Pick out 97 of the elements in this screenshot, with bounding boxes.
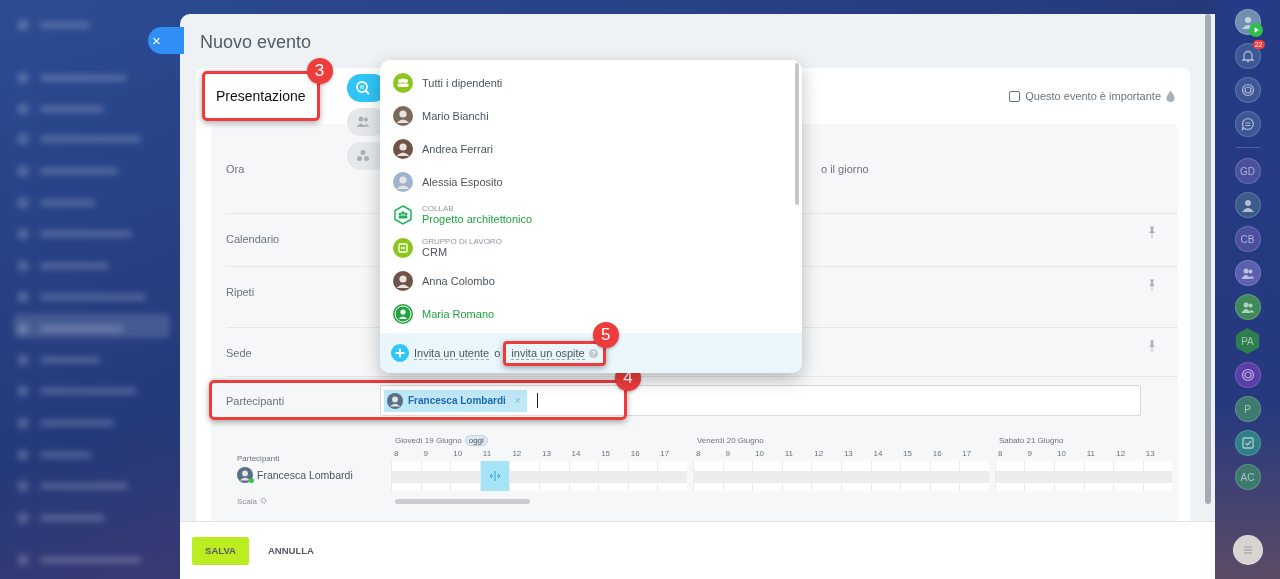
item-caption: COLLAB — [422, 204, 455, 213]
important-checkbox[interactable] — [1009, 90, 1021, 102]
group-icon — [393, 204, 413, 225]
avatar-icon — [387, 392, 403, 409]
hour-label: 16 — [931, 448, 943, 460]
participant-chip[interactable]: Francesca Lombardi × — [384, 389, 527, 412]
hour-label: 11 — [783, 448, 795, 460]
callout-badge: 3 — [306, 58, 333, 84]
field-label: Ora — [226, 162, 246, 175]
user-icon — [393, 303, 413, 324]
dropdown-item[interactable]: Maria Romano — [422, 307, 495, 320]
flame-icon — [1166, 90, 1175, 102]
avatar-button[interactable] — [1234, 192, 1261, 218]
field-label: Sede — [226, 346, 253, 359]
today-badge: oggi — [464, 434, 488, 446]
group-chat-icon[interactable] — [1234, 260, 1261, 286]
or-text: o — [494, 347, 501, 359]
hour-label: 11 — [1085, 448, 1096, 460]
chat-avatar[interactable]: CB — [1234, 226, 1261, 252]
hour-label: 13 — [842, 448, 854, 460]
scale-label: Scala — [237, 497, 257, 506]
people-icon — [355, 114, 371, 130]
group-icon — [393, 72, 413, 93]
chat-avatar[interactable]: AC — [1234, 464, 1261, 490]
avatar-icon — [237, 467, 253, 483]
hour-label: 10 — [452, 448, 464, 460]
dropdown-item[interactable]: Mario Bianchi — [422, 109, 489, 122]
hour-label: 15 — [600, 448, 612, 460]
hour-label: 14 — [872, 448, 884, 460]
panel-title: Nuovo evento — [199, 31, 313, 54]
person-icon — [1240, 198, 1255, 212]
participants-field[interactable]: Francesca Lombardi × — [380, 385, 1141, 416]
time-slot — [509, 461, 539, 491]
hour-label: 9 — [422, 448, 430, 460]
hour-label: 9 — [724, 448, 731, 460]
close-button[interactable]: × — [148, 27, 184, 54]
field-label: Calendario — [226, 232, 281, 245]
chat-avatar[interactable]: PA — [1234, 328, 1261, 354]
callout-badge: 5 — [592, 321, 619, 348]
time-slot — [450, 461, 480, 491]
menu-button[interactable] — [1232, 535, 1263, 565]
avatar-icon — [393, 171, 413, 192]
task-chat-icon[interactable] — [1234, 430, 1261, 456]
hour-label: 15 — [902, 448, 913, 460]
hour-label: 8 — [393, 448, 400, 460]
item-caption: GRUPPO DI LAVORO — [422, 237, 502, 246]
hour-label: 17 — [961, 448, 973, 460]
cancel-button[interactable]: ANNULLA — [262, 544, 320, 557]
day-heading: Venerdì 20 Giugno — [696, 435, 764, 445]
dropdown-item[interactable]: CRM — [422, 246, 502, 258]
dropdown-item[interactable]: Tutti i dipendenti — [422, 76, 503, 89]
spiral-icon[interactable] — [1234, 362, 1261, 388]
field-label: Partecipanti — [225, 394, 286, 407]
dropdown-item[interactable]: Progetto architettonico — [422, 213, 533, 225]
hour-label: 10 — [754, 448, 766, 460]
hour-label: 16 — [629, 448, 641, 460]
planner-label: Partecipanti — [237, 454, 281, 463]
important-label: Questo evento è importante — [1025, 90, 1161, 102]
invite-guest-link[interactable]: invita un ospite — [511, 346, 585, 360]
invite-user-link[interactable]: Invita un utente — [414, 346, 490, 360]
avatar-icon — [393, 138, 413, 159]
dropdown-item[interactable]: Andrea Ferrari — [422, 142, 493, 155]
hour-label: 17 — [659, 448, 671, 460]
hour-label: 9 — [1026, 448, 1033, 460]
group-chat-icon[interactable] — [1234, 294, 1261, 320]
hour-label: 8 — [996, 448, 1004, 460]
dropdown-item[interactable]: Anna Colombo — [422, 274, 495, 287]
hour-label: 10 — [1056, 448, 1067, 460]
save-button[interactable]: SALVA — [192, 536, 249, 565]
avatar-icon — [393, 270, 413, 291]
hour-label: 12 — [511, 448, 523, 460]
day-heading: Giovedì 19 Giugno — [395, 435, 462, 445]
hour-label: 8 — [694, 448, 702, 460]
hour-label: 14 — [570, 448, 582, 460]
hour-label: 12 — [1115, 448, 1127, 460]
hour-label: 13 — [540, 448, 552, 460]
hour-label: 13 — [1144, 448, 1156, 460]
chat-icon[interactable] — [1234, 111, 1261, 137]
search-icon — [355, 80, 371, 96]
spiral-icon[interactable] — [1234, 77, 1261, 103]
hour-label: 12 — [813, 448, 825, 460]
avatar-button[interactable] — [1234, 9, 1261, 35]
field-label: Ripeti — [226, 285, 256, 298]
board-icon — [393, 237, 413, 258]
field-value: o il giorno — [821, 162, 870, 175]
dropdown-item[interactable]: Alessia Esposito — [422, 175, 503, 188]
day-heading: Sabato 21 Giugno — [998, 435, 1064, 445]
groups-icon — [355, 148, 371, 164]
event-title[interactable]: Presentazione — [216, 88, 306, 104]
chat-avatar[interactable]: P — [1234, 396, 1261, 422]
hour-label: 11 — [481, 448, 493, 460]
avatar-icon — [393, 105, 413, 126]
resize-icon — [489, 471, 502, 481]
planner-member: Francesca Lombardi — [257, 469, 353, 481]
play-icon — [1248, 23, 1263, 37]
chat-avatar[interactable]: GD — [1234, 158, 1261, 184]
bell-icon — [1240, 49, 1255, 63]
